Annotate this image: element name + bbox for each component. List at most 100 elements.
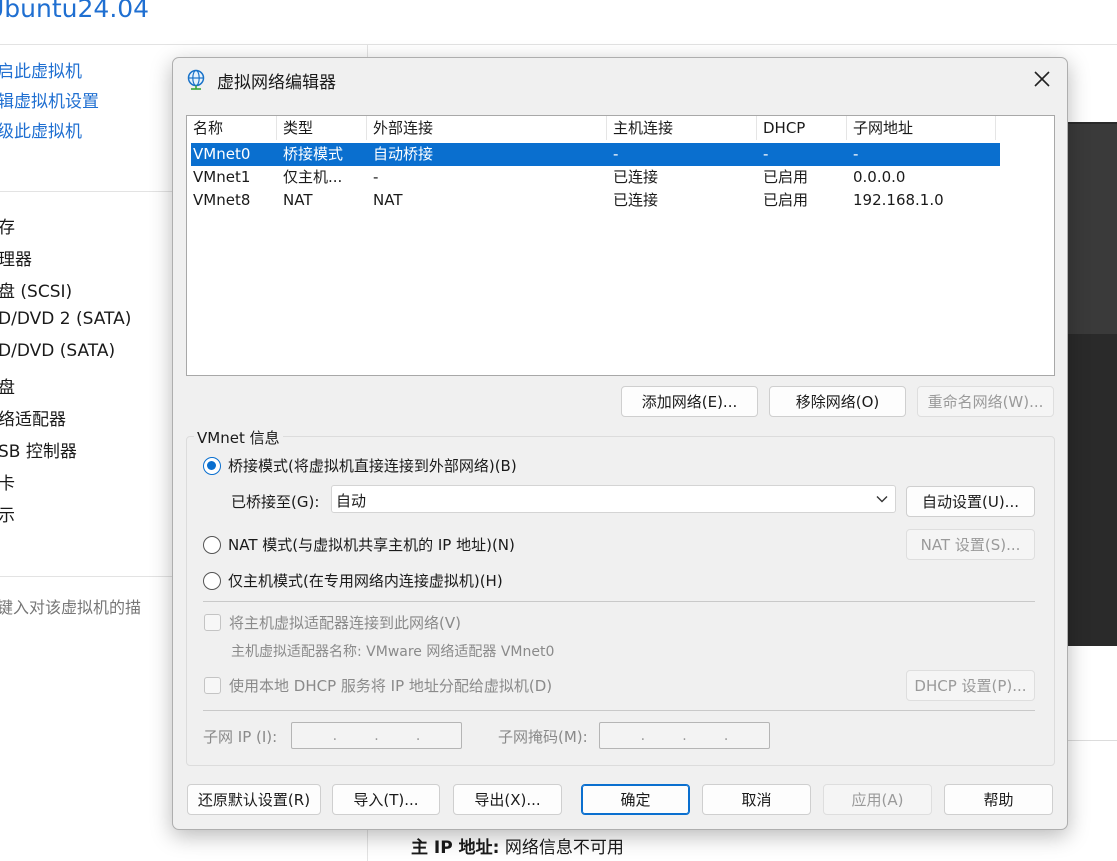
dhcp-settings-button[interactable]: DHCP 设置(P)...: [906, 670, 1035, 701]
radio-unselected-indicator: [203, 535, 221, 554]
primary-ip-value: 网络信息不可用: [504, 838, 624, 858]
network-list[interactable]: 名称 类型 外部连接 主机连接 DHCP 子网地址 VMnet0 桥接模式 自动…: [186, 115, 1055, 376]
nat-settings-button[interactable]: NAT 设置(S)...: [906, 529, 1035, 560]
bridged-to-select[interactable]: 自动: [331, 485, 896, 513]
chevron-down-icon: [875, 492, 889, 506]
use-local-dhcp-checkbox[interactable]: 使用本地 DHCP 服务将 IP 地址分配给虚拟机(D): [204, 675, 552, 696]
checkbox-box: [204, 677, 221, 694]
cancel-button[interactable]: 取消: [702, 784, 811, 815]
column-header-name[interactable]: 名称: [187, 116, 277, 140]
primary-ip-label: 主 IP 地址:: [411, 838, 500, 858]
radio-selected-indicator: [203, 456, 221, 475]
cell-host: 已连接: [613, 168, 659, 186]
cell-external: 自动桥接: [373, 145, 434, 163]
device-disk-scsi[interactable]: 盘 (SCSI): [0, 277, 72, 302]
column-header-subnet[interactable]: 子网地址: [847, 116, 996, 140]
device-cd-dvd[interactable]: D/DVD (SATA): [0, 341, 115, 361]
connect-host-adapter-label: 将主机虚拟适配器连接到此网络(V): [229, 614, 461, 632]
device-display[interactable]: 示: [0, 501, 15, 526]
cell-subnet: -: [853, 145, 859, 163]
checkbox-box: [204, 614, 221, 631]
export-button[interactable]: 导出(X)...: [453, 784, 562, 815]
device-memory[interactable]: 存: [0, 213, 15, 238]
host-adapter-name: 主机虚拟适配器名称: VMware 网络适配器 VMnet0: [231, 644, 555, 660]
table-row[interactable]: VMnet8 NAT NAT 已连接 已启用 192.168.1.0: [191, 189, 1000, 212]
bridged-mode-label: 桥接模式(将虚拟机直接连接到外部网络)(B): [228, 457, 517, 475]
nat-mode-radio[interactable]: NAT 模式(与虚拟机共享主机的 IP 地址)(N): [203, 534, 515, 555]
bridged-to-label: 已桥接至(G):: [231, 493, 320, 511]
network-list-header: 名称 类型 外部连接 主机连接 DHCP 子网地址: [187, 116, 1000, 140]
cell-dhcp: -: [763, 145, 769, 163]
add-network-button[interactable]: 添加网络(E)...: [621, 386, 758, 417]
device-floppy[interactable]: 盘: [0, 373, 15, 398]
cell-dhcp: 已启用: [763, 191, 809, 209]
group-separator: [203, 710, 1035, 711]
cell-host: 已连接: [613, 191, 659, 209]
ok-button[interactable]: 确定: [581, 784, 690, 815]
vm-command-start[interactable]: 启此虚拟机: [0, 57, 82, 82]
ip-dot: .: [723, 727, 729, 744]
ip-dot: .: [374, 727, 379, 744]
details-divider: [1060, 740, 1117, 741]
rename-network-button[interactable]: 重命名网络(W)...: [917, 386, 1054, 417]
remove-network-button[interactable]: 移除网络(O): [769, 386, 906, 417]
bridged-mode-radio[interactable]: 桥接模式(将虚拟机直接连接到外部网络)(B): [203, 455, 517, 476]
connect-host-adapter-checkbox[interactable]: 将主机虚拟适配器连接到此网络(V): [204, 612, 461, 633]
restore-defaults-button[interactable]: 还原默认设置(R): [187, 784, 321, 815]
host-only-mode-label: 仅主机模式(在专用网络内连接虚拟机)(H): [228, 572, 503, 590]
ip-dot: .: [415, 727, 421, 744]
subnet-mask-field[interactable]: ...: [599, 722, 770, 749]
column-header-type[interactable]: 类型: [277, 116, 367, 140]
subnet-ip-label: 子网 IP (I):: [203, 728, 278, 746]
cell-host: -: [613, 145, 619, 163]
column-header-external[interactable]: 外部连接: [367, 116, 607, 140]
cell-external: -: [373, 168, 379, 186]
vmnet-info-legend: VMnet 信息: [194, 427, 283, 448]
table-row[interactable]: VMnet1 仅主机... - 已连接 已启用 0.0.0.0: [191, 166, 1000, 189]
primary-ip: 主 IP 地址: 网络信息不可用: [411, 833, 624, 858]
cell-subnet: 0.0.0.0: [853, 168, 906, 186]
cell-external: NAT: [373, 191, 403, 209]
cell-type: 桥接模式: [283, 145, 344, 163]
close-icon: [1034, 71, 1050, 87]
bridged-to-value: 自动: [336, 492, 367, 510]
cell-dhcp: 已启用: [763, 168, 809, 186]
device-sound-card[interactable]: 卡: [0, 469, 15, 494]
vm-console-highlight: [1060, 124, 1117, 334]
device-processor[interactable]: 理器: [0, 245, 32, 270]
vm-command-edit-settings[interactable]: 辑虚拟机设置: [0, 87, 99, 112]
help-button[interactable]: 帮助: [944, 784, 1053, 815]
radio-unselected-indicator: [203, 571, 221, 590]
dialog-title: 虚拟网络编辑器: [217, 73, 336, 93]
globe-network-icon: [185, 68, 207, 90]
import-button[interactable]: 导入(T)...: [332, 784, 440, 815]
header-divider: [0, 44, 1117, 45]
ip-dot: .: [682, 727, 687, 744]
use-local-dhcp-label: 使用本地 DHCP 服务将 IP 地址分配给虚拟机(D): [229, 677, 553, 695]
cell-type: NAT: [283, 191, 313, 209]
host-only-mode-radio[interactable]: 仅主机模式(在专用网络内连接虚拟机)(H): [203, 570, 503, 591]
group-separator: [203, 601, 1035, 602]
table-row[interactable]: VMnet0 桥接模式 自动桥接 - - -: [191, 143, 1000, 166]
device-network-adapter[interactable]: 络适配器: [0, 405, 66, 430]
ip-dot: .: [640, 727, 646, 744]
ip-dot: .: [332, 727, 338, 744]
vm-title: Ubuntu24.04: [0, 0, 150, 23]
vm-command-upgrade[interactable]: 级此虚拟机: [0, 117, 82, 142]
apply-button[interactable]: 应用(A): [823, 784, 932, 815]
dialog-titlebar[interactable]: 虚拟网络编辑器: [173, 58, 1067, 100]
cell-subnet: 192.168.1.0: [853, 191, 944, 209]
cell-name: VMnet1: [193, 168, 251, 186]
subnet-ip-field[interactable]: ...: [291, 722, 462, 749]
auto-settings-button[interactable]: 自动设置(U)...: [906, 486, 1035, 517]
close-button[interactable]: [1027, 64, 1057, 94]
virtual-network-editor-dialog: 虚拟网络编辑器 名称 类型 外部连接 主机连接 DHCP 子网地址 VMnet0…: [172, 57, 1068, 830]
column-header-host[interactable]: 主机连接: [607, 116, 757, 140]
cell-name: VMnet0: [193, 145, 251, 163]
device-cd-dvd-2[interactable]: D/DVD 2 (SATA): [0, 309, 131, 329]
column-header-dhcp[interactable]: DHCP: [757, 116, 847, 140]
cell-name: VMnet8: [193, 191, 251, 209]
nat-mode-label: NAT 模式(与虚拟机共享主机的 IP 地址)(N): [228, 536, 515, 554]
device-usb-controller[interactable]: SB 控制器: [0, 437, 77, 462]
vm-description-input[interactable]: 键入对该虚拟机的描: [0, 594, 141, 618]
